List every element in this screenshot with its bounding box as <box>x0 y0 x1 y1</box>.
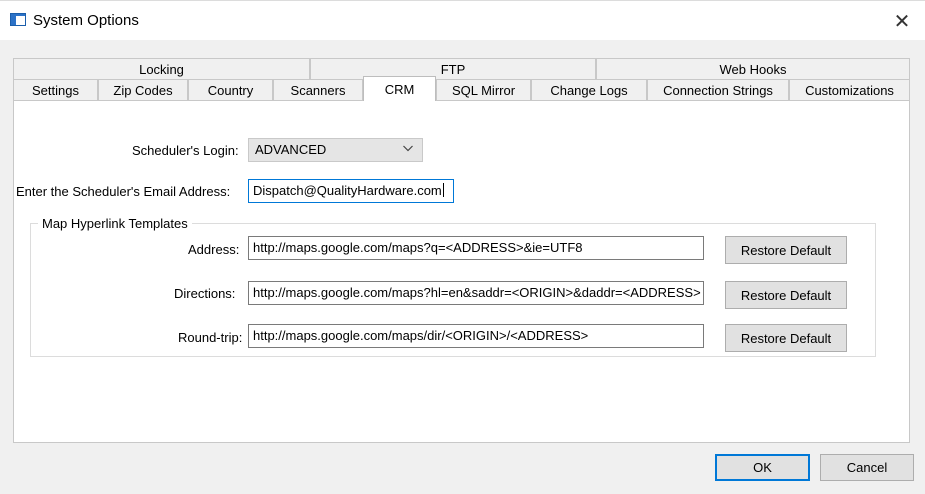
directions-label: Directions: <box>174 286 236 301</box>
restore-default-directions-button[interactable]: Restore Default <box>725 281 847 309</box>
scheduler-login-label: Scheduler's Login: <box>132 143 239 158</box>
map-hyperlink-templates-title: Map Hyperlink Templates <box>38 216 192 231</box>
tab-settings[interactable]: Settings <box>13 79 98 101</box>
roundtrip-template-input[interactable]: http://maps.google.com/maps/dir/<ORIGIN>… <box>248 324 704 348</box>
tab-web-hooks[interactable]: Web Hooks <box>596 58 910 80</box>
tab-ftp[interactable]: FTP <box>310 58 596 80</box>
close-icon[interactable]: ✕ <box>879 1 925 41</box>
restore-default-address-button[interactable]: Restore Default <box>725 236 847 264</box>
email-field[interactable]: Dispatch@QualityHardware.com <box>248 179 454 203</box>
chevron-down-icon <box>402 142 416 156</box>
scheduler-login-select[interactable]: ADVANCED <box>248 138 423 162</box>
roundtrip-label: Round-trip: <box>178 330 243 345</box>
tab-customizations[interactable]: Customizations <box>789 79 910 101</box>
tab-connection-strings[interactable]: Connection Strings <box>647 79 789 101</box>
tab-sql-mirror[interactable]: SQL Mirror <box>436 79 531 101</box>
window-title: System Options <box>33 12 139 29</box>
cancel-button[interactable]: Cancel <box>820 454 914 481</box>
email-value: Dispatch@QualityHardware.com <box>253 183 442 198</box>
tab-zip-codes[interactable]: Zip Codes <box>98 79 188 101</box>
tab-crm[interactable]: CRM <box>363 76 436 101</box>
scheduler-login-value: ADVANCED <box>255 142 327 157</box>
directions-template-input[interactable]: http://maps.google.com/maps?hl=en&saddr=… <box>248 281 704 305</box>
app-window-icon <box>10 13 26 26</box>
ok-button[interactable]: OK <box>715 454 810 481</box>
tab-change-logs[interactable]: Change Logs <box>531 79 647 101</box>
tab-scanners[interactable]: Scanners <box>273 79 363 101</box>
address-template-input[interactable]: http://maps.google.com/maps?q=<ADDRESS>&… <box>248 236 704 260</box>
title-bar: System Options ✕ <box>0 0 925 40</box>
tab-country[interactable]: Country <box>188 79 273 101</box>
tab-locking[interactable]: Locking <box>13 58 310 80</box>
email-label: Enter the Scheduler's Email Address: <box>16 184 231 199</box>
address-label: Address: <box>188 242 240 257</box>
restore-default-roundtrip-button[interactable]: Restore Default <box>725 324 847 352</box>
